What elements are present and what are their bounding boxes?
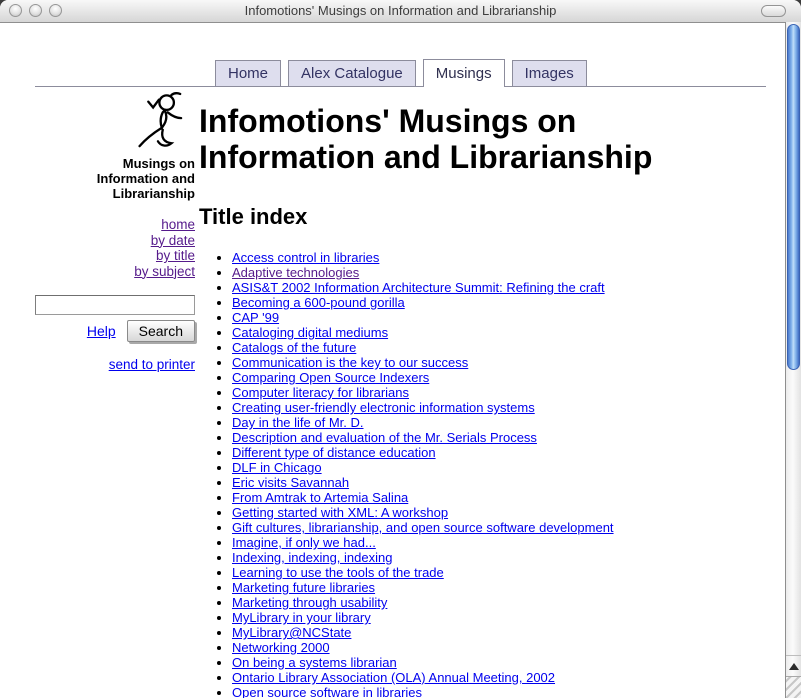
title-link[interactable]: Different type of distance education xyxy=(232,445,436,460)
title-link[interactable]: Open source software in libraries xyxy=(232,685,422,698)
vertical-scrollbar[interactable] xyxy=(785,22,801,698)
tab-home[interactable]: Home xyxy=(215,60,281,86)
list-item: Becoming a 600-pound gorilla xyxy=(232,295,759,310)
sidebar-link-by-date[interactable]: by date xyxy=(35,233,195,249)
list-item: Catalogs of the future xyxy=(232,340,759,355)
search-row: Help Search xyxy=(35,320,195,342)
list-item: Description and evaluation of the Mr. Se… xyxy=(232,430,759,445)
list-item: Day in the life of Mr. D. xyxy=(232,415,759,430)
title-link[interactable]: ASIS&T 2002 Information Architecture Sum… xyxy=(232,280,605,295)
list-item: Comparing Open Source Indexers xyxy=(232,370,759,385)
sidebar-link-home[interactable]: home xyxy=(35,217,195,233)
title-link[interactable]: Marketing future libraries xyxy=(232,580,375,595)
title-link[interactable]: Marketing through usability xyxy=(232,595,387,610)
tab-strip: Home Alex Catalogue Musings Images xyxy=(215,59,766,86)
title-link[interactable]: Becoming a 600-pound gorilla xyxy=(232,295,405,310)
title-link[interactable]: MyLibrary@NCState xyxy=(232,625,351,640)
window-titlebar[interactable]: Infomotions' Musings on Information and … xyxy=(0,0,801,23)
list-item: MyLibrary@NCState xyxy=(232,625,759,640)
list-item: Different type of distance education xyxy=(232,445,759,460)
scroll-up-button[interactable] xyxy=(786,655,801,677)
list-item: Gift cultures, librarianship, and open s… xyxy=(232,520,759,535)
title-link[interactable]: Computer literacy for librarians xyxy=(232,385,409,400)
title-link[interactable]: Communication is the key to our success xyxy=(232,355,468,370)
browser-window: Infomotions' Musings on Information and … xyxy=(0,0,801,698)
list-item: Open source software in libraries xyxy=(232,685,759,698)
title-link[interactable]: Ontario Library Association (OLA) Annual… xyxy=(232,670,555,685)
title-link[interactable]: Creating user-friendly electronic inform… xyxy=(232,400,535,415)
title-link[interactable]: Adaptive technologies xyxy=(232,265,359,280)
title-link[interactable]: Eric visits Savannah xyxy=(232,475,349,490)
list-item: ASIS&T 2002 Information Architecture Sum… xyxy=(232,280,759,295)
window-title: Infomotions' Musings on Information and … xyxy=(0,0,801,22)
list-item: Imagine, if only we had... xyxy=(232,535,759,550)
list-item: Marketing through usability xyxy=(232,595,759,610)
site-name: Musings on Information and Librarianship xyxy=(91,156,195,201)
title-link[interactable]: From Amtrak to Artemia Salina xyxy=(232,490,408,505)
title-link[interactable]: Indexing, indexing, indexing xyxy=(232,550,392,565)
title-link[interactable]: Catalogs of the future xyxy=(232,340,356,355)
list-item: Networking 2000 xyxy=(232,640,759,655)
arrow-up-icon xyxy=(789,663,799,670)
list-item: CAP '99 xyxy=(232,310,759,325)
tab-musings[interactable]: Musings xyxy=(423,59,505,87)
tab-bar: Home Alex Catalogue Musings Images xyxy=(35,59,766,87)
list-item: Ontario Library Association (OLA) Annual… xyxy=(232,670,759,685)
list-item: On being a systems librarian xyxy=(232,655,759,670)
title-link[interactable]: Day in the life of Mr. D. xyxy=(232,415,364,430)
search-input[interactable] xyxy=(35,295,195,315)
title-link[interactable]: Gift cultures, librarianship, and open s… xyxy=(232,520,614,535)
tab-images[interactable]: Images xyxy=(512,60,587,86)
sidebar: Musings on Information and Librarianship… xyxy=(35,92,195,372)
list-item: Access control in libraries xyxy=(232,250,759,265)
list-item: Marketing future libraries xyxy=(232,580,759,595)
title-link[interactable]: On being a systems librarian xyxy=(232,655,397,670)
title-link[interactable]: MyLibrary in your library xyxy=(232,610,371,625)
scrollbar-thumb[interactable] xyxy=(787,24,800,370)
title-list: Access control in librariesAdaptive tech… xyxy=(199,250,759,698)
list-item: Learning to use the tools of the trade xyxy=(232,565,759,580)
list-item: Adaptive technologies xyxy=(232,265,759,280)
sidebar-link-by-title[interactable]: by title xyxy=(35,248,195,264)
toolbar-toggle-icon[interactable] xyxy=(761,5,786,17)
list-item: Getting started with XML: A workshop xyxy=(232,505,759,520)
list-item: Computer literacy for librarians xyxy=(232,385,759,400)
list-item: Communication is the key to our success xyxy=(232,355,759,370)
send-to-printer-link[interactable]: send to printer xyxy=(109,357,195,372)
tab-alex-catalogue[interactable]: Alex Catalogue xyxy=(288,60,416,86)
sidebar-link-by-subject[interactable]: by subject xyxy=(35,264,195,280)
title-link[interactable]: Cataloging digital mediums xyxy=(232,325,388,340)
title-link[interactable]: Learning to use the tools of the trade xyxy=(232,565,444,580)
list-item: Eric visits Savannah xyxy=(232,475,759,490)
title-link[interactable]: Access control in libraries xyxy=(232,250,379,265)
search-button[interactable]: Search xyxy=(127,320,195,342)
window-resize-grip[interactable] xyxy=(786,676,801,698)
main-content: Infomotions' Musings on Information and … xyxy=(199,103,759,698)
logo-wrap xyxy=(35,92,195,150)
list-item: Creating user-friendly electronic inform… xyxy=(232,400,759,415)
title-link[interactable]: DLF in Chicago xyxy=(232,460,322,475)
page-title: Infomotions' Musings on Information and … xyxy=(199,103,719,175)
print-row: send to printer xyxy=(35,357,195,372)
title-link[interactable]: Getting started with XML: A workshop xyxy=(232,505,448,520)
list-item: DLF in Chicago xyxy=(232,460,759,475)
section-title: Title index xyxy=(199,204,759,229)
title-link[interactable]: Comparing Open Source Indexers xyxy=(232,370,429,385)
list-item: From Amtrak to Artemia Salina xyxy=(232,490,759,505)
help-link[interactable]: Help xyxy=(87,323,116,339)
title-link[interactable]: Networking 2000 xyxy=(232,640,330,655)
title-link[interactable]: CAP '99 xyxy=(232,310,279,325)
title-link[interactable]: Imagine, if only we had... xyxy=(232,535,376,550)
sidebar-nav: homeby dateby titleby subject xyxy=(35,217,195,279)
list-item: Cataloging digital mediums xyxy=(232,325,759,340)
title-link[interactable]: Description and evaluation of the Mr. Se… xyxy=(232,430,537,445)
list-item: MyLibrary in your library xyxy=(232,610,759,625)
list-item: Indexing, indexing, indexing xyxy=(232,550,759,565)
dancing-figure-icon xyxy=(127,92,185,150)
